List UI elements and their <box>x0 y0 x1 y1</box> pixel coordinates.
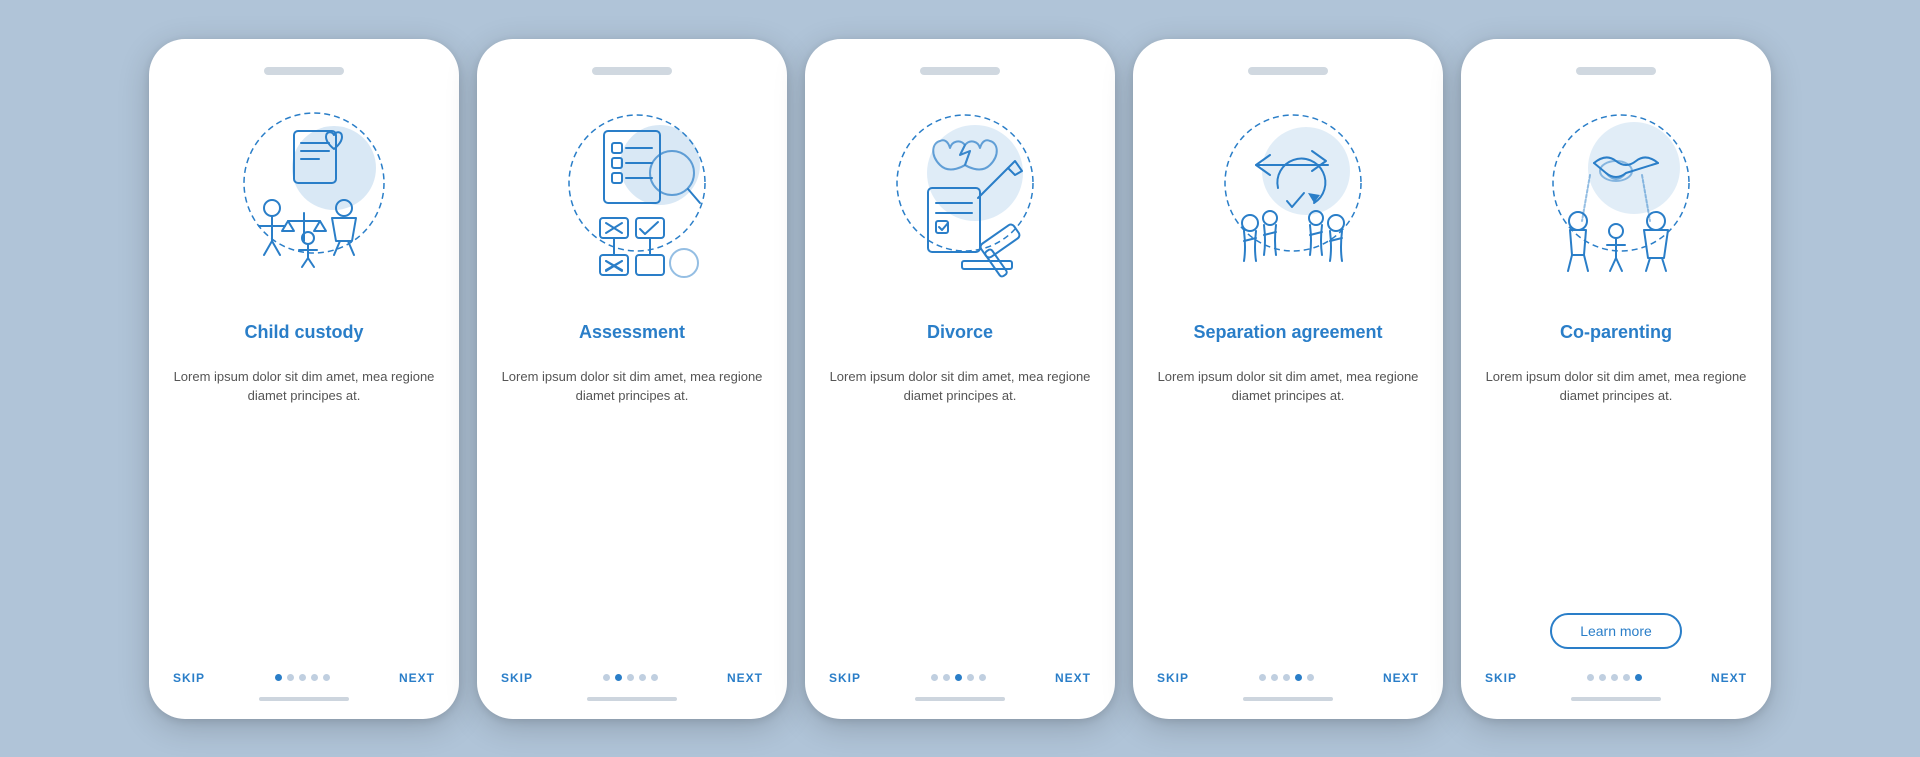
phones-container: Child custody Lorem ipsum dolor sit dim … <box>119 9 1801 749</box>
phone-body-assessment: Lorem ipsum dolor sit dim amet, mea regi… <box>501 367 763 529</box>
dot-2 <box>287 674 294 681</box>
phone-body-separation: Lorem ipsum dolor sit dim amet, mea regi… <box>1157 367 1419 529</box>
dot-1 <box>603 674 610 681</box>
illustration-divorce <box>860 93 1060 293</box>
phone-child-custody: Child custody Lorem ipsum dolor sit dim … <box>149 39 459 719</box>
home-bar-assessment <box>587 697 677 701</box>
phone-bottom-separation: SKIP NEXT <box>1157 663 1419 685</box>
skip-button-child-custody[interactable]: SKIP <box>173 671 205 685</box>
dot-3 <box>955 674 962 681</box>
dot-3 <box>299 674 306 681</box>
next-button-child-custody[interactable]: NEXT <box>399 671 435 685</box>
phone-title-divorce: Divorce <box>927 311 993 355</box>
skip-button-separation[interactable]: SKIP <box>1157 671 1189 685</box>
skip-button-assessment[interactable]: SKIP <box>501 671 533 685</box>
dot-2 <box>1271 674 1278 681</box>
dot-4 <box>311 674 318 681</box>
illustration-coparenting <box>1516 93 1716 293</box>
dot-1 <box>275 674 282 681</box>
dot-3 <box>1611 674 1618 681</box>
dot-3 <box>627 674 634 681</box>
dots-separation <box>1259 674 1314 681</box>
phone-bottom-child-custody: SKIP NEXT <box>173 663 435 685</box>
learn-more-button[interactable]: Learn more <box>1550 613 1682 649</box>
phone-notch-2 <box>592 67 672 75</box>
next-button-divorce[interactable]: NEXT <box>1055 671 1091 685</box>
next-button-coparenting[interactable]: NEXT <box>1711 671 1747 685</box>
phone-divorce: Divorce Lorem ipsum dolor sit dim amet, … <box>805 39 1115 719</box>
dot-1 <box>1587 674 1594 681</box>
illustration-assessment <box>532 93 732 293</box>
dot-5 <box>1635 674 1642 681</box>
phone-notch-4 <box>1248 67 1328 75</box>
dots-assessment <box>603 674 658 681</box>
dot-4 <box>967 674 974 681</box>
dot-5 <box>651 674 658 681</box>
dot-2 <box>943 674 950 681</box>
phone-separation: Separation agreement Lorem ipsum dolor s… <box>1133 39 1443 719</box>
dot-2 <box>615 674 622 681</box>
phone-assessment: Assessment Lorem ipsum dolor sit dim ame… <box>477 39 787 719</box>
next-button-separation[interactable]: NEXT <box>1383 671 1419 685</box>
skip-button-divorce[interactable]: SKIP <box>829 671 861 685</box>
dots-coparenting <box>1587 674 1642 681</box>
dot-1 <box>1259 674 1266 681</box>
home-bar-coparenting <box>1571 697 1661 701</box>
dot-2 <box>1599 674 1606 681</box>
phone-title-child-custody: Child custody <box>244 311 363 355</box>
skip-button-coparenting[interactable]: SKIP <box>1485 671 1517 685</box>
illustration-separation <box>1188 93 1388 293</box>
phone-body-child-custody: Lorem ipsum dolor sit dim amet, mea regi… <box>173 367 435 529</box>
phone-body-divorce: Lorem ipsum dolor sit dim amet, mea regi… <box>829 367 1091 529</box>
dot-5 <box>323 674 330 681</box>
illustration-child-custody <box>204 93 404 293</box>
phone-bottom-divorce: SKIP NEXT <box>829 663 1091 685</box>
dot-5 <box>979 674 986 681</box>
dot-3 <box>1283 674 1290 681</box>
phone-title-separation: Separation agreement <box>1193 311 1382 355</box>
phone-title-assessment: Assessment <box>579 311 685 355</box>
phone-coparenting: Co-parenting Lorem ipsum dolor sit dim a… <box>1461 39 1771 719</box>
dot-4 <box>1623 674 1630 681</box>
dot-1 <box>931 674 938 681</box>
phone-bottom-assessment: SKIP NEXT <box>501 663 763 685</box>
next-button-assessment[interactable]: NEXT <box>727 671 763 685</box>
home-bar-divorce <box>915 697 1005 701</box>
dot-4 <box>1295 674 1302 681</box>
phone-body-coparenting: Lorem ipsum dolor sit dim amet, mea regi… <box>1485 367 1747 601</box>
home-bar-separation <box>1243 697 1333 701</box>
dot-4 <box>639 674 646 681</box>
phone-notch-3 <box>920 67 1000 75</box>
phone-title-coparenting: Co-parenting <box>1560 311 1672 355</box>
phone-notch <box>264 67 344 75</box>
dots-child-custody <box>275 674 330 681</box>
phone-bottom-coparenting: SKIP NEXT <box>1485 663 1747 685</box>
home-bar-child-custody <box>259 697 349 701</box>
dots-divorce <box>931 674 986 681</box>
phone-notch-5 <box>1576 67 1656 75</box>
dot-5 <box>1307 674 1314 681</box>
